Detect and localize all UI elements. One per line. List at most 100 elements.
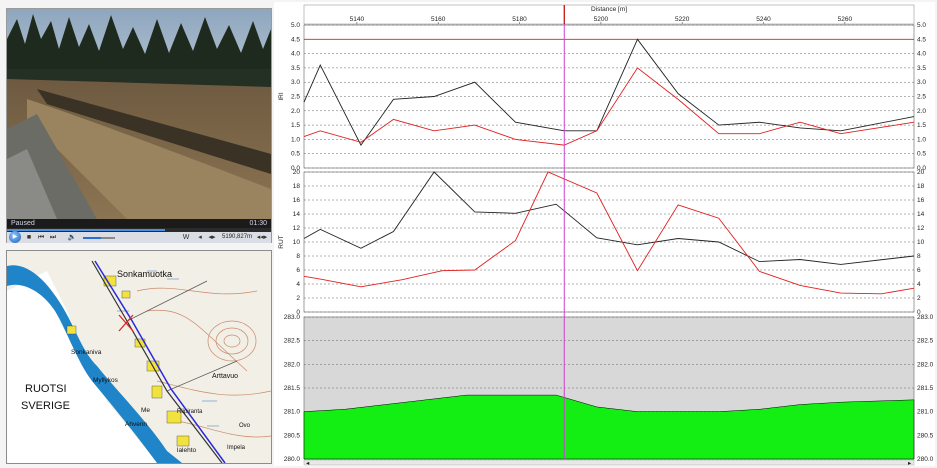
y-tick-label-right: 3.0 — [917, 79, 926, 86]
y-tick-label-right: 12 — [917, 225, 925, 232]
y-tick-label: 16 — [293, 197, 301, 204]
y-tick-label: 18 — [293, 183, 301, 190]
y-tick-label-right: 282.0 — [917, 361, 934, 368]
map-label-sonkamuotka: Sonkamuotka — [117, 269, 173, 279]
y-tick-label: 281.0 — [284, 409, 301, 416]
step-back-icon[interactable]: ◂ — [195, 233, 205, 242]
route-map[interactable]: Sonkamuotka Sonkaniva Myllykos Arttavuo … — [6, 250, 272, 464]
road-survey-viewer: Paused 01:30 ▶ ■ ⏮ ⏭ 🔉 W ◂ ◂▸ 5190,827m … — [0, 0, 937, 468]
y-tick-label: 2.0 — [291, 108, 300, 115]
y-tick-label: 3.0 — [291, 79, 300, 86]
video-status-bar: Paused 01:30 — [7, 219, 271, 228]
y-tick-label: 4.0 — [291, 51, 300, 58]
map-label-lalehto: lalehto — [177, 447, 197, 454]
y-tick-label-right: 8 — [917, 253, 921, 260]
y-tick-label: 280.0 — [284, 456, 301, 463]
road-video-image — [7, 9, 271, 219]
video-controls: ▶ ■ ⏮ ⏭ 🔉 W ◂ ◂▸ 5190,827m ◂◂▸ — [7, 231, 271, 243]
y-tick-label-right: 281.0 — [917, 409, 934, 416]
y-tick-label: 10 — [293, 239, 301, 246]
y-tick-label-right: 4 — [917, 281, 921, 288]
map-label-riipiranta: Riipiranta — [177, 409, 203, 415]
y-tick-label: 5.0 — [291, 22, 300, 29]
horizontal-scrollbar[interactable] — [303, 459, 915, 466]
next-icon[interactable]: ⏭ — [49, 233, 57, 242]
x-tick-label: 5220 — [675, 16, 690, 23]
volume-slider[interactable] — [83, 237, 115, 239]
y-tick-label-right: 1.5 — [917, 122, 926, 129]
y-tick-label-right: 4.0 — [917, 51, 926, 58]
y-tick-label-right: 18 — [917, 183, 925, 190]
y-tick-label-right: 281.5 — [917, 385, 934, 392]
topographic-map — [7, 251, 271, 463]
skip-buttons-icon[interactable]: ◂◂▸ — [255, 233, 269, 242]
y-tick-label-right: 280.0 — [917, 456, 934, 463]
y-tick-label: 14 — [293, 211, 301, 218]
video-frame[interactable] — [7, 9, 271, 219]
y-tick-label-right: 2 — [917, 295, 921, 302]
map-label-ruotsi: RUOTSI — [25, 383, 67, 395]
playback-time: 01:30 — [249, 220, 267, 227]
previous-icon[interactable]: ⏮ — [37, 233, 45, 242]
y-tick-label-right: 16 — [917, 197, 925, 204]
y-tick-label-right: 3.5 — [917, 65, 926, 72]
map-label-ovo: Ovo — [239, 423, 251, 429]
y-tick-label: 12 — [293, 225, 301, 232]
y-tick-label: 280.5 — [284, 432, 301, 439]
y-tick-label: 4 — [296, 281, 300, 288]
x-tick-label: 5260 — [838, 16, 853, 23]
x-tick-label: 5180 — [512, 16, 527, 23]
y-tick-label: 1.0 — [291, 136, 300, 143]
x-tick-label: 5160 — [431, 16, 446, 23]
y-tick-label: 282.0 — [284, 361, 301, 368]
y-tick-label-right: 14 — [917, 211, 925, 218]
x-tick-label: 5140 — [350, 16, 365, 23]
y-tick-label-right: 2.0 — [917, 108, 926, 115]
chart-panel-2: 280.0 280.0 280.5 280.5 281.0 281.0 281.5 281.5… — [284, 314, 934, 463]
y-axis-title: RUT — [278, 235, 285, 248]
map-label-myllykos: Myllykos — [93, 377, 118, 384]
y-tick-label: 6 — [296, 267, 300, 274]
y-tick-label: 8 — [296, 253, 300, 260]
y-tick-label-right: 280.5 — [917, 432, 934, 439]
y-tick-label: 1.5 — [291, 122, 300, 129]
frame-step-icon[interactable]: ◂▸ — [205, 233, 219, 242]
y-tick-label-right: 20 — [917, 169, 925, 176]
x-tick-label: 5200 — [594, 16, 609, 23]
y-tick-label: 2.5 — [291, 94, 300, 101]
map-label-arttavuo: Arttavuo — [212, 373, 239, 380]
y-tick-label: 283.0 — [284, 314, 301, 321]
y-tick-label-right: 6 — [917, 267, 921, 274]
y-tick-label-right: 283.0 — [917, 314, 934, 321]
y-tick-label-right: 5.0 — [917, 22, 926, 29]
y-tick-label: 4.5 — [291, 36, 300, 43]
chart-panel-1: 0 02 24 46 68 810 1012 1214 1416 1618 1820 20RUT — [278, 169, 925, 316]
seek-bar-fill — [7, 229, 166, 231]
y-tick-label: 281.5 — [284, 385, 301, 392]
map-label-sverige: SVERIGE — [21, 400, 70, 412]
position-readout: 5190,827m — [222, 234, 253, 240]
play-icon[interactable]: ▶ — [9, 231, 21, 243]
map-label-ahvenn: Ahvenn — [125, 421, 148, 428]
y-tick-label-right: 4.5 — [917, 36, 926, 43]
speaker-icon[interactable]: 🔉 — [67, 233, 77, 242]
chart-panel: Distance [m] 5140 5160 5180 5200 5220 5240 5260… — [274, 2, 935, 466]
map-label-me: Me — [141, 407, 151, 414]
width-toggle[interactable]: W — [179, 233, 193, 242]
y-tick-label: 282.5 — [284, 338, 301, 345]
y-tick-label-right: 1.0 — [917, 136, 926, 143]
playback-status: Paused — [11, 220, 35, 227]
volume-slider-fill — [83, 237, 101, 239]
stop-icon[interactable]: ■ — [25, 233, 33, 242]
y-tick-label: 20 — [293, 169, 301, 176]
chart-panel-0: 0.0 0.00.5 0.51.0 1.01.5 1.52.0 2.02.5 2.53.0 3… — [278, 22, 926, 172]
profile-charts[interactable]: Distance [m] 5140 5160 5180 5200 5220 5240 5260… — [274, 2, 935, 466]
y-tick-label: 3.5 — [291, 65, 300, 72]
map-label-sonkaniva: Sonkaniva — [71, 349, 102, 356]
x-tick-label: 5240 — [756, 16, 771, 23]
y-tick-label-right: 282.5 — [917, 338, 934, 345]
y-tick-label: 0.5 — [291, 151, 300, 158]
y-tick-label: 2 — [296, 295, 300, 302]
map-label-impela: Impela — [227, 445, 246, 451]
distance-axis-title: Distance [m] — [591, 6, 627, 13]
